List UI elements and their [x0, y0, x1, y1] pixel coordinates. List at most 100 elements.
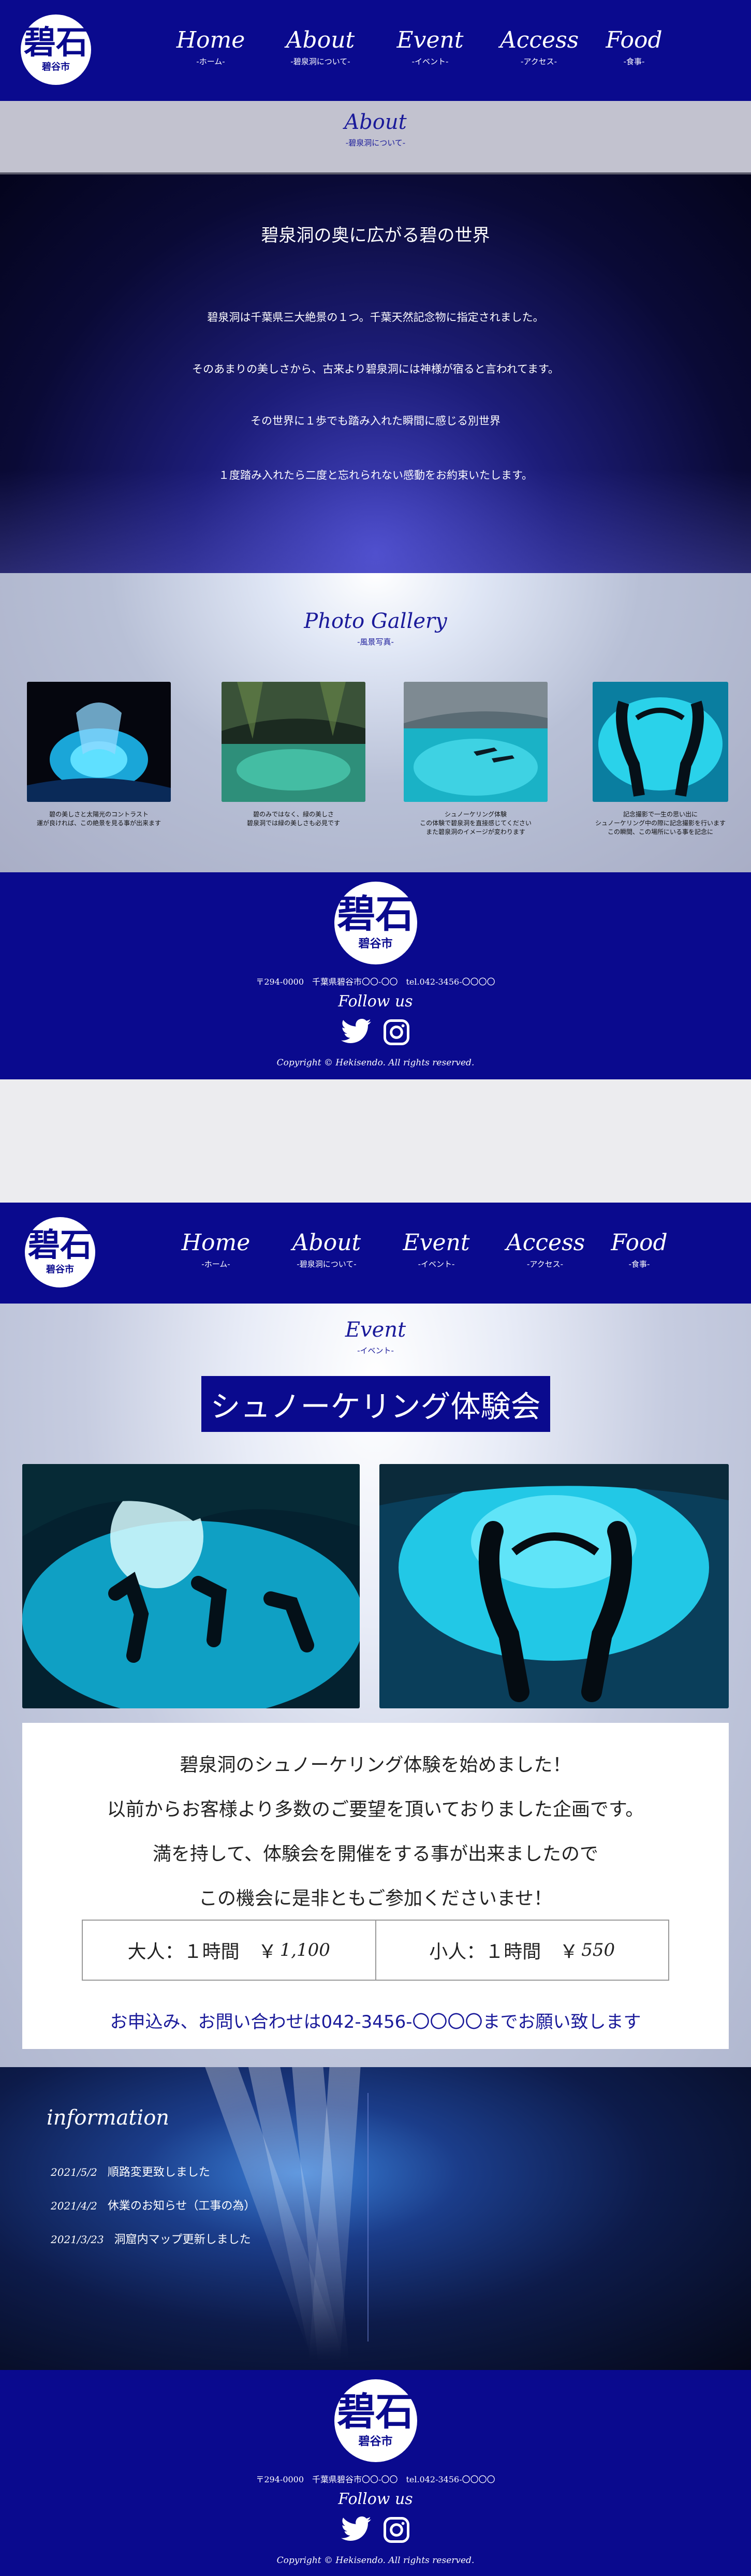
information-section: information 2021/5/2 順路変更致しました 2021/4/2 休業… [0, 2067, 751, 2370]
follow-us-label: Follow us [338, 992, 413, 1011]
instagram-icon[interactable] [382, 2516, 410, 2544]
nav-food[interactable]: Food -食事- [600, 1230, 678, 1269]
about-cave-section: 碧泉洞の奥に広がる碧の世界 碧泉洞は千葉県三大絶景の１つ。千葉天然記念物に指定さ… [0, 174, 751, 573]
adult-price-value: 1,100 [279, 1940, 330, 1960]
divers-photo [22, 1464, 360, 1708]
nav-event-sub: -イベント- [411, 57, 449, 66]
cave-light-photo [27, 682, 171, 802]
about-heading: About -碧泉洞について- [0, 101, 751, 174]
footer-logo[interactable]: 碧石 碧谷市 [334, 882, 417, 964]
event-page: 碧石 碧谷市 Home -ホーム- About -碧泉洞について- Event … [0, 1203, 751, 2576]
logo-city: 碧谷市 [46, 1264, 74, 1275]
news-date: 2021/5/2 [51, 2166, 97, 2178]
adult-price: 大人：１時間 ￥ 1,100 [83, 1921, 375, 1980]
gallery-item[interactable]: 記念撮影で一生の思い出に シュノーケリング中の際に記念撮影を行います この瞬間、… [593, 682, 728, 837]
news-text: 休業のお知らせ（工事の為） [107, 2200, 256, 2213]
footer-address: 〒294-0000 千葉県碧谷市〇〇-〇〇 tel.042-3456-〇〇〇〇 [256, 2475, 495, 2484]
site-logo[interactable]: 碧石 碧谷市 [21, 14, 91, 85]
green-cave-photo [222, 682, 365, 802]
nav-about-sub: -碧泉洞について- [290, 57, 350, 66]
nav-food-sub: -食事- [623, 57, 645, 66]
logo-mark: 碧石 [23, 23, 88, 61]
about-paragraph: １度踏み入れたら二度と忘れられない感動をお約束いたします。 [218, 469, 533, 481]
nav-event-label: Event [396, 27, 464, 53]
info-title: information [47, 2106, 170, 2130]
nav-access-label: Access [506, 1230, 585, 1256]
nav-about[interactable]: About -碧泉洞について- [288, 1230, 365, 1269]
info-divider [367, 2093, 369, 2341]
logo-city: 碧谷市 [358, 2435, 393, 2448]
caption-line: 碧のみではなく、緑の美しさ [253, 811, 334, 818]
site-footer: 碧石 碧谷市 〒294-0000 千葉県碧谷市〇〇-〇〇 tel.042-345… [0, 2370, 751, 2576]
event-text: 碧泉洞のシュノーケリング体験を始めました！ [180, 1754, 571, 1776]
about-page: 碧石 碧谷市 Home -ホーム- About -碧泉洞について- Event … [0, 0, 751, 1079]
social-icons [0, 2516, 751, 2544]
child-price-label: 小人：１時間 ￥ [429, 1941, 579, 1963]
gallery-item[interactable]: シュノーケリング体験 この体験で碧泉洞を直接感じてください また碧泉洞のイメージ… [404, 682, 548, 837]
nav-about-sub: -碧泉洞について- [297, 1260, 357, 1269]
about-title: 碧泉洞の奥に広がる碧の世界 [261, 225, 490, 246]
nav-access[interactable]: Access -アクセス- [506, 1230, 585, 1269]
price-table: 大人：１時間 ￥ 1,100 小人：１時間 ￥ 550 [82, 1920, 669, 1981]
instagram-icon[interactable] [382, 1018, 410, 1046]
nav-event-label: Event [403, 1230, 470, 1256]
news-item[interactable]: 2021/5/2 順路変更致しました [51, 2163, 210, 2179]
event-text: この機会に是非ともご参加くださいませ！ [199, 1888, 552, 1909]
caption-line: また碧泉洞のイメージが変わります [426, 828, 525, 836]
event-heading: Event -イベント- [0, 1318, 751, 1356]
caption-line: シュノーケリング中の際に記念撮影を行います [595, 819, 726, 827]
nav-event-sub: -イベント- [418, 1260, 455, 1269]
news-date: 2021/4/2 [51, 2200, 97, 2212]
site-logo[interactable]: 碧石 碧谷市 [25, 1217, 95, 1287]
caption-line: シュノーケリング体験 [444, 811, 507, 818]
logo-city: 碧谷市 [42, 62, 70, 72]
gallery-heading-en: Photo Gallery [304, 609, 447, 633]
nav-access-sub: -アクセス- [520, 57, 557, 66]
gallery-heading: Photo Gallery -風景写真- [0, 609, 751, 647]
event-text: 満を持して、体験会を開催をする事が出来ましたので [152, 1843, 599, 1865]
news-text: 順路変更致しました [107, 2166, 210, 2179]
twitter-icon[interactable] [341, 1018, 371, 1044]
nav-access-sub: -アクセス- [526, 1260, 564, 1269]
gallery-item[interactable]: 碧の美しさと太陽光のコントラスト 運が良ければ、この絶景を見る事が出来ます [27, 682, 171, 828]
logo-mark: 碧石 [337, 2390, 414, 2434]
photo-gallery: Photo Gallery -風景写真- 碧の美しさと太陽光のコントラスト 運が… [0, 573, 751, 872]
nav-access[interactable]: Access -アクセス- [500, 27, 579, 67]
caption-line: 運が良ければ、この絶景を見る事が出来ます [36, 819, 161, 827]
news-item[interactable]: 2021/3/23 洞窟内マップ更新しました [51, 2230, 251, 2247]
nav-event[interactable]: Event -イベント- [391, 27, 469, 67]
child-price-value: 550 [581, 1940, 615, 1960]
footer-address: 〒294-0000 千葉県碧谷市〇〇-〇〇 tel.042-3456-〇〇〇〇 [256, 977, 495, 987]
nav-food-sub: -食事- [628, 1260, 650, 1269]
nav-event[interactable]: Event -イベント- [397, 1230, 475, 1269]
about-paragraph: そのあまりの美しさから、古来より碧泉洞には神様が宿ると言われてます。 [192, 363, 559, 375]
heart-divers-photo [379, 1464, 729, 1708]
gallery-caption: 記念撮影で一生の思い出に シュノーケリング中の際に記念撮影を行います この瞬間、… [593, 810, 728, 837]
gallery-caption: 碧のみではなく、緑の美しさ 碧泉洞では緑の美しさも必見です [222, 810, 365, 828]
site-footer: 碧石 碧谷市 〒294-0000 千葉県碧谷市〇〇-〇〇 tel.042-345… [0, 872, 751, 1079]
caption-line: この瞬間、この場所にいる事を記念に [607, 828, 713, 836]
news-date: 2021/3/23 [51, 2233, 104, 2246]
nav-home[interactable]: Home -ホーム- [177, 1230, 255, 1269]
site-header: 碧石 碧谷市 Home -ホーム- About -碧泉洞について- Event … [0, 1203, 751, 1304]
nav-home-sub: -ホーム- [196, 57, 225, 66]
copyright: Copyright © Hekisendo. All rights reserv… [276, 1058, 475, 1068]
nav-about[interactable]: About -碧泉洞について- [282, 27, 359, 67]
social-icons [0, 1018, 751, 1046]
caption-line: 記念撮影で一生の思い出に [623, 811, 698, 818]
caption-line: 碧の美しさと太陽光のコントラスト [49, 811, 149, 818]
logo-mark: 碧石 [27, 1226, 92, 1264]
event-heading-en: Event [345, 1318, 406, 1342]
twitter-icon[interactable] [341, 2516, 371, 2542]
nav-home[interactable]: Home -ホーム- [172, 27, 249, 67]
footer-logo[interactable]: 碧石 碧谷市 [334, 2379, 417, 2462]
news-item[interactable]: 2021/4/2 休業のお知らせ（工事の為） [51, 2197, 255, 2213]
nav-about-label: About [292, 1230, 361, 1256]
about-heading-en: About [344, 110, 407, 134]
event-section: Event -イベント- シュノーケリング体験会 碧泉洞のシュノーケリング体験を… [0, 1304, 751, 2067]
gallery-caption: シュノーケリング体験 この体験で碧泉洞を直接感じてください また碧泉洞のイメージ… [404, 810, 548, 837]
gallery-item[interactable]: 碧のみではなく、緑の美しさ 碧泉洞では緑の美しさも必見です [222, 682, 365, 828]
nav-about-label: About [286, 27, 355, 53]
gallery-heading-jp: -風景写真- [357, 637, 394, 647]
nav-food[interactable]: Food -食事- [595, 27, 673, 67]
